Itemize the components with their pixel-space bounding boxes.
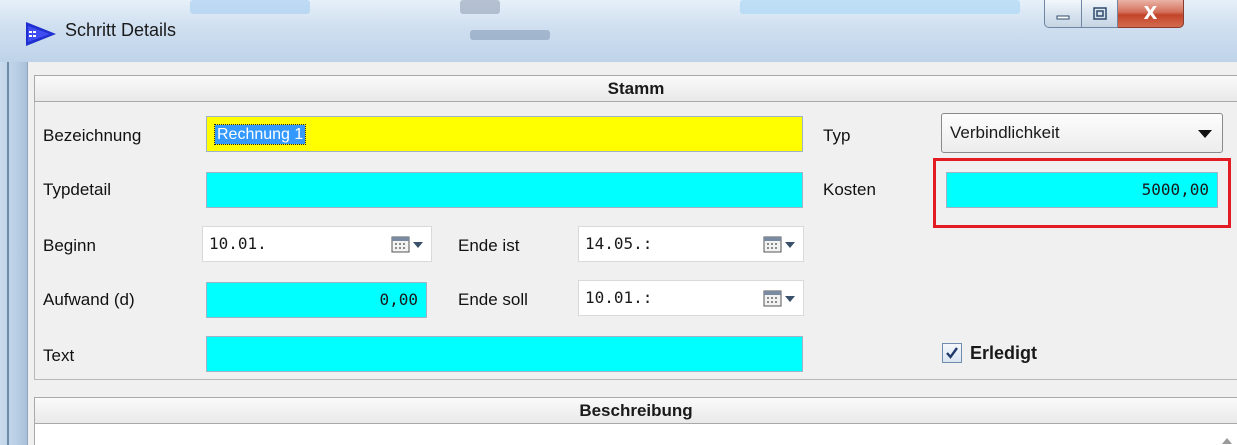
ende-ist-label: Ende ist: [458, 236, 520, 255]
bezeichnung-input[interactable]: Rechnung 1: [206, 116, 803, 152]
erledigt-label[interactable]: Erledigt: [970, 343, 1037, 364]
beginn-date-picker[interactable]: 10.01.: [202, 226, 432, 262]
calendar-icon: [391, 236, 423, 253]
minimize-button[interactable]: [1044, 0, 1082, 28]
kosten-label: Kosten: [823, 180, 876, 199]
typdetail-label: Typdetail: [43, 180, 112, 199]
window-title: Schritt Details: [65, 20, 177, 40]
background-blur: [740, 0, 1020, 14]
typ-value: Verbindlichkeit: [950, 123, 1060, 142]
beschreibung-textarea[interactable]: [34, 424, 1237, 445]
window-controls: X: [1044, 0, 1184, 30]
aufwand-input[interactable]: 0,00: [206, 282, 427, 318]
typ-label: Typ: [823, 126, 851, 145]
scroll-up-arrow-icon[interactable]: [1222, 438, 1232, 444]
background-blur: [460, 0, 500, 14]
ende-soll-value: 10.01.:: [585, 288, 653, 307]
maximize-icon: [1092, 6, 1107, 20]
minimize-icon: [1056, 15, 1070, 19]
beginn-value: 10.01.: [209, 234, 267, 253]
calendar-icon: [763, 290, 795, 307]
ende-soll-calendar-button[interactable]: [763, 289, 799, 309]
client-area: Stamm Bezeichnung Rechnung 1 Typ Verbind…: [27, 62, 1237, 445]
beschreibung-header: Beschreibung: [34, 397, 1237, 424]
beginn-label: Beginn: [43, 236, 96, 255]
typ-select[interactable]: Verbindlichkeit: [941, 113, 1223, 153]
ende-soll-date-picker[interactable]: 10.01.:: [578, 280, 804, 316]
aufwand-label: Aufwand (d): [43, 290, 135, 309]
typdetail-input[interactable]: [206, 172, 803, 208]
kosten-highlight: [933, 158, 1231, 228]
ende-ist-calendar-button[interactable]: [763, 235, 799, 255]
ende-ist-value: 14.05.:: [585, 234, 653, 253]
background-blur: [470, 30, 550, 40]
background-blur: [190, 0, 310, 14]
close-icon: X: [1143, 3, 1158, 24]
calendar-icon: [763, 236, 795, 253]
schritt-details-window: Schritt Details X Stamm Bezeichnung Rech…: [0, 0, 1237, 445]
ende-soll-label: Ende soll: [458, 290, 528, 309]
bezeichnung-label: Bezeichnung: [43, 126, 142, 145]
beginn-calendar-button[interactable]: [391, 235, 427, 255]
title-bar[interactable]: Schritt Details X: [0, 0, 1237, 62]
stamm-header: Stamm: [34, 75, 1237, 102]
close-button[interactable]: X: [1118, 0, 1184, 28]
bezeichnung-value: Rechnung 1: [213, 124, 307, 145]
erledigt-checkbox[interactable]: [942, 343, 962, 363]
text-label: Text: [43, 346, 75, 365]
window-left-border: [0, 62, 27, 445]
ende-ist-date-picker[interactable]: 14.05.:: [578, 226, 804, 262]
dropdown-arrow-icon: [1198, 130, 1212, 138]
text-input[interactable]: [206, 336, 803, 372]
app-logo-icon: [26, 22, 56, 46]
maximize-button[interactable]: [1082, 0, 1118, 28]
checkmark-icon: [946, 347, 958, 359]
